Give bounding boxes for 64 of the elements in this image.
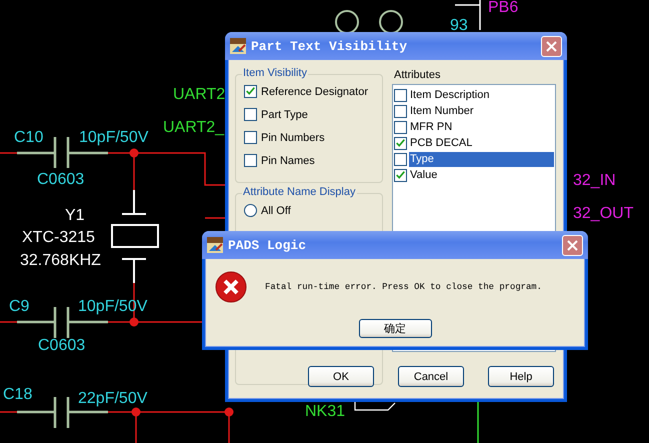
list-item[interactable]: Value: [409, 168, 554, 182]
app-icon: [230, 38, 246, 54]
error-message: Fatal run-time error. Press OK to close the program.: [265, 282, 542, 292]
schematic-label: C0603: [38, 338, 86, 354]
checkbox[interactable]: [394, 152, 407, 166]
checkbox-label[interactable]: Pin Numbers: [261, 132, 325, 144]
schematic-label: UART2_: [163, 120, 224, 136]
schematic-label: NK31: [305, 404, 346, 420]
junction-dot: [224, 408, 234, 416]
checkbox[interactable]: [394, 104, 407, 118]
ok-button[interactable]: 确定: [358, 319, 432, 338]
test-point: [379, 10, 403, 34]
schematic-label: 93: [450, 18, 468, 34]
dialog-button[interactable]: OK: [308, 366, 374, 387]
close-button[interactable]: [562, 234, 583, 256]
radio-button[interactable]: [244, 204, 257, 217]
checkbox-label[interactable]: Pin Names: [261, 154, 315, 166]
wire: [477, 402, 479, 443]
app-icon: [207, 237, 223, 253]
schematic-label: Y1: [65, 208, 85, 224]
checkbox[interactable]: [244, 131, 257, 144]
junction-dot: [130, 148, 138, 158]
schematic-label: C0603: [37, 172, 84, 188]
checkbox[interactable]: [394, 88, 407, 102]
close-icon: [546, 40, 557, 52]
dialog-button[interactable]: Help: [488, 366, 554, 387]
close-icon: [567, 240, 578, 250]
dialog-button[interactable]: Cancel: [398, 366, 464, 387]
part-outline: [354, 402, 396, 411]
list-item[interactable]: Item Description: [409, 88, 554, 102]
schematic-label: C9: [9, 299, 30, 315]
junction-dot: [130, 318, 138, 326]
group-title: Attribute Name Display: [242, 186, 356, 198]
list-item[interactable]: MFR PN: [409, 120, 554, 134]
checkbox[interactable]: [244, 154, 257, 167]
attributes-label: Attributes: [394, 69, 440, 81]
window-title: Part Text Visibility: [251, 38, 408, 54]
checkbox[interactable]: [244, 85, 257, 98]
radio-label[interactable]: All Off: [261, 204, 291, 216]
checkbox[interactable]: [394, 168, 407, 182]
schematic-label: 32.768KHZ: [20, 253, 101, 269]
list-item[interactable]: PCB DECAL: [409, 136, 554, 150]
checkbox[interactable]: [244, 108, 257, 121]
schematic-label: PB6: [488, 0, 518, 16]
group-title: Item Visibility: [242, 67, 308, 79]
schematic-label: 32_IN: [573, 173, 616, 189]
schematic-label: 10pF/50V: [79, 130, 148, 146]
checkbox[interactable]: [394, 136, 407, 150]
schematic-label: 22pF/50V: [78, 391, 148, 407]
schematic-label: XTC-3215: [22, 230, 95, 246]
schematic-label: C18: [3, 387, 32, 403]
checkbox-label[interactable]: Part Type: [261, 108, 308, 120]
test-point: [335, 10, 359, 34]
schematic-label: UART2: [173, 87, 226, 103]
schematic-label: 32_OUT: [573, 206, 634, 222]
close-button[interactable]: [541, 36, 562, 56]
junction-dot: [132, 408, 140, 416]
list-item[interactable]: Type: [409, 152, 554, 166]
list-item[interactable]: Item Number: [409, 104, 554, 118]
schematic-label: C10: [14, 130, 44, 146]
window-title: PADS Logic: [228, 238, 308, 252]
checkbox[interactable]: [394, 120, 407, 134]
error-icon: [215, 271, 247, 303]
checkbox-label[interactable]: Reference Designator: [261, 86, 368, 98]
